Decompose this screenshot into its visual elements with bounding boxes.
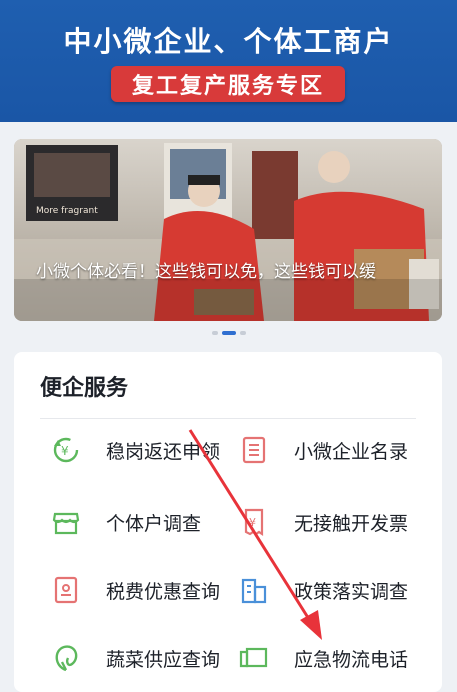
building-icon xyxy=(241,578,267,604)
service-item[interactable]: ¥ 无接触开发票 xyxy=(238,504,408,540)
carousel-indicator[interactable] xyxy=(0,331,457,337)
divider xyxy=(40,418,416,419)
zone-badge: 复工复产服务专区 xyxy=(111,66,345,102)
service-item[interactable]: 应急物流电话 xyxy=(238,640,408,676)
service-label: 蔬菜供应查询 xyxy=(106,648,221,671)
banner-caption: 小微个体必看！这些钱可以免，这些钱可以缓 xyxy=(36,262,376,282)
service-label: 政策落实调查 xyxy=(294,580,409,603)
svg-text:¥: ¥ xyxy=(61,444,69,458)
services-title: 便企服务 xyxy=(40,376,129,401)
service-item[interactable]: 政策落实调查 xyxy=(238,572,408,608)
leaf-icon xyxy=(55,645,78,672)
service-item[interactable]: 个体户调查 xyxy=(50,504,201,540)
page-title: 中小微企业、个体工商户 xyxy=(63,25,394,58)
service-label: 税费优惠查询 xyxy=(106,580,221,603)
service-label: 小微企业名录 xyxy=(294,440,409,463)
invoice-icon: ¥ xyxy=(244,508,264,537)
service-item[interactable]: 蔬菜供应查询 xyxy=(50,640,220,676)
service-label: 个体户调查 xyxy=(106,512,202,535)
news-banner[interactable]: More fragrant 小微个体必看！这些钱可以免，这些钱可以缓 xyxy=(14,139,442,321)
carousel-dot[interactable] xyxy=(211,331,218,335)
service-label: 应急物流电话 xyxy=(294,648,409,671)
service-item[interactable]: 税费优惠查询 xyxy=(50,572,220,608)
truck-icon xyxy=(239,647,268,668)
poster-text: More fragrant xyxy=(36,206,98,216)
carousel-dot-active[interactable] xyxy=(221,331,236,335)
service-item[interactable]: 小微企业名录 xyxy=(238,432,408,468)
banner-photo: More fragrant xyxy=(14,139,442,321)
list-document-icon xyxy=(242,436,266,464)
service-item[interactable]: ¥ 稳岗返还申领 xyxy=(50,432,220,468)
service-label: 无接触开发票 xyxy=(294,512,409,535)
refund-cycle-icon: ¥ xyxy=(53,437,79,463)
header: 中小微企业、个体工商户 复工复产服务专区 xyxy=(0,0,457,122)
svg-text:¥: ¥ xyxy=(249,516,256,529)
shop-icon xyxy=(52,512,80,535)
services-card: 便企服务 ¥ 稳岗返还申领 小微企业名录 个体户调查 ¥ 无接触开发票 税费优惠… xyxy=(14,352,442,692)
tax-card-icon xyxy=(54,576,78,604)
carousel-dot[interactable] xyxy=(239,331,246,335)
service-label: 稳岗返还申领 xyxy=(106,440,221,463)
